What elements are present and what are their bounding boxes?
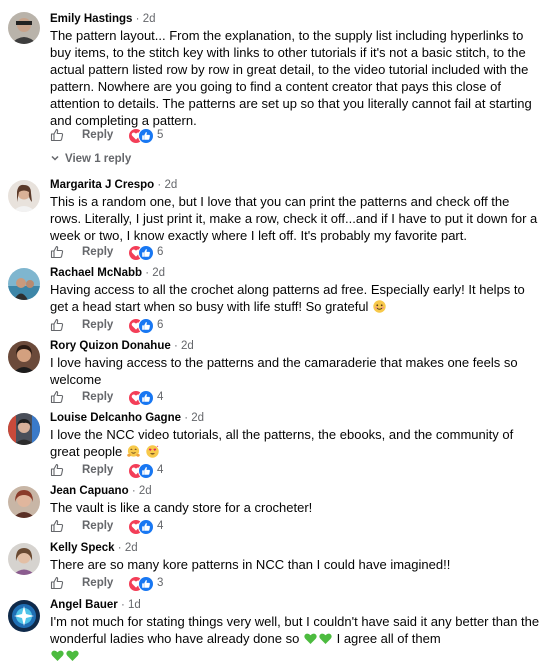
like-outline-icon[interactable] <box>50 390 64 404</box>
avatar[interactable] <box>8 180 40 212</box>
author-name[interactable]: Angel Bauer <box>50 599 118 611</box>
comment-meta: Louise Delcanho Gagne · 2d <box>50 411 204 425</box>
timestamp[interactable]: 2d <box>143 13 156 25</box>
separator: · <box>184 412 189 424</box>
timestamp[interactable]: 2d <box>152 267 165 279</box>
timestamp[interactable]: 1d <box>128 599 141 611</box>
comment-text: This is a random one, but I love that yo… <box>50 194 538 243</box>
separator: · <box>117 542 122 554</box>
separator: · <box>135 13 140 25</box>
like-outline-icon[interactable] <box>50 519 64 533</box>
green-heart-emoji <box>319 632 332 645</box>
like-outline-icon[interactable] <box>50 318 64 332</box>
green-heart-emoji <box>51 649 64 662</box>
reply-link[interactable]: Reply <box>82 577 113 589</box>
green-heart-emoji <box>66 649 79 662</box>
comment-text: I love the NCC video tutorials, all the … <box>50 426 540 460</box>
green-heart-emoji <box>304 632 317 645</box>
reaction-count: 4 <box>157 520 164 532</box>
like-reaction-icon <box>138 390 154 406</box>
comment-meta: Jean Capuano · 2d <box>50 484 152 498</box>
reaction-count: 5 <box>157 129 164 141</box>
timestamp[interactable]: 2d <box>139 485 152 497</box>
avatar[interactable] <box>8 543 40 575</box>
comment-meta: Rachael McNabb · 2d <box>50 266 165 280</box>
comment-meta: Emily Hastings · 2d <box>50 12 156 26</box>
comment-text-body: I'm not much for stating things very wel… <box>50 614 540 646</box>
separator: · <box>173 340 178 352</box>
like-reaction-icon <box>138 463 154 479</box>
smiling-face-emoji <box>373 300 386 313</box>
avatar[interactable] <box>8 12 40 44</box>
avatar[interactable] <box>8 268 40 300</box>
avatar[interactable] <box>8 486 40 518</box>
author-name[interactable]: Margarita J Crespo <box>50 179 154 191</box>
reply-link[interactable]: Reply <box>82 129 113 141</box>
comment-text: The vault is like a candy store for a cr… <box>50 500 313 515</box>
heart-eyes-emoji <box>145 445 159 458</box>
like-outline-icon[interactable] <box>50 576 64 590</box>
author-name[interactable]: Kelly Speck <box>50 542 115 554</box>
comment-text: I'm not much for stating things very wel… <box>50 613 540 664</box>
comment-text-body: I love the NCC video tutorials, all the … <box>50 427 514 459</box>
like-reaction-icon <box>138 128 154 144</box>
hugging-face-emoji <box>127 445 140 458</box>
author-name[interactable]: Louise Delcanho Gagne <box>50 412 181 424</box>
avatar[interactable] <box>8 413 40 445</box>
like-outline-icon[interactable] <box>50 245 64 259</box>
comment-text: I love having access to the patterns and… <box>50 355 518 387</box>
separator: · <box>157 179 162 191</box>
timestamp[interactable]: 2d <box>191 412 204 424</box>
like-reaction-icon <box>138 576 154 592</box>
separator: · <box>120 599 125 611</box>
timestamp[interactable]: 2d <box>181 340 194 352</box>
reply-link[interactable]: Reply <box>82 391 113 403</box>
reaction-count: 6 <box>157 319 164 331</box>
avatar[interactable] <box>8 341 40 373</box>
comment-meta: Kelly Speck · 2d <box>50 541 138 555</box>
like-reaction-icon <box>138 245 154 261</box>
author-name[interactable]: Rachael McNabb <box>50 267 142 279</box>
reply-link[interactable]: Reply <box>82 464 113 476</box>
comment-text-body: Having access to all the crochet along p… <box>50 282 525 314</box>
comment-meta: Angel Bauer · 1d <box>50 598 141 612</box>
comment-text: There are so many kore patterns in NCC t… <box>50 557 451 572</box>
reaction-count: 4 <box>157 391 164 403</box>
comment-text-body: I agree all of them <box>336 631 441 646</box>
reaction-count: 6 <box>157 246 164 258</box>
author-name[interactable]: Jean Capuano <box>50 485 129 497</box>
reaction-count: 4 <box>157 464 164 476</box>
reply-link[interactable]: Reply <box>82 319 113 331</box>
like-outline-icon[interactable] <box>50 463 64 477</box>
separator: · <box>145 267 150 279</box>
comment-text: Having access to all the crochet along p… <box>50 281 540 315</box>
view-replies-label: View 1 reply <box>65 153 132 165</box>
reply-link[interactable]: Reply <box>82 246 113 258</box>
like-reaction-icon <box>138 318 154 334</box>
like-reaction-icon <box>138 519 154 535</box>
like-outline-icon[interactable] <box>50 128 64 142</box>
reaction-count: 3 <box>157 577 164 589</box>
comment-meta: Rory Quizon Donahue · 2d <box>50 339 194 353</box>
view-replies-button[interactable]: View 1 reply <box>50 153 131 165</box>
comment-meta: Margarita J Crespo · 2d <box>50 178 177 192</box>
author-name[interactable]: Rory Quizon Donahue <box>50 340 171 352</box>
chevron-down-icon <box>50 153 60 163</box>
separator: · <box>131 485 136 497</box>
avatar[interactable] <box>8 600 40 632</box>
author-name[interactable]: Emily Hastings <box>50 13 132 25</box>
reply-link[interactable]: Reply <box>82 520 113 532</box>
timestamp[interactable]: 2d <box>125 542 138 554</box>
timestamp[interactable]: 2d <box>164 179 177 191</box>
comment-text: The pattern layout... From the explanati… <box>50 28 532 128</box>
